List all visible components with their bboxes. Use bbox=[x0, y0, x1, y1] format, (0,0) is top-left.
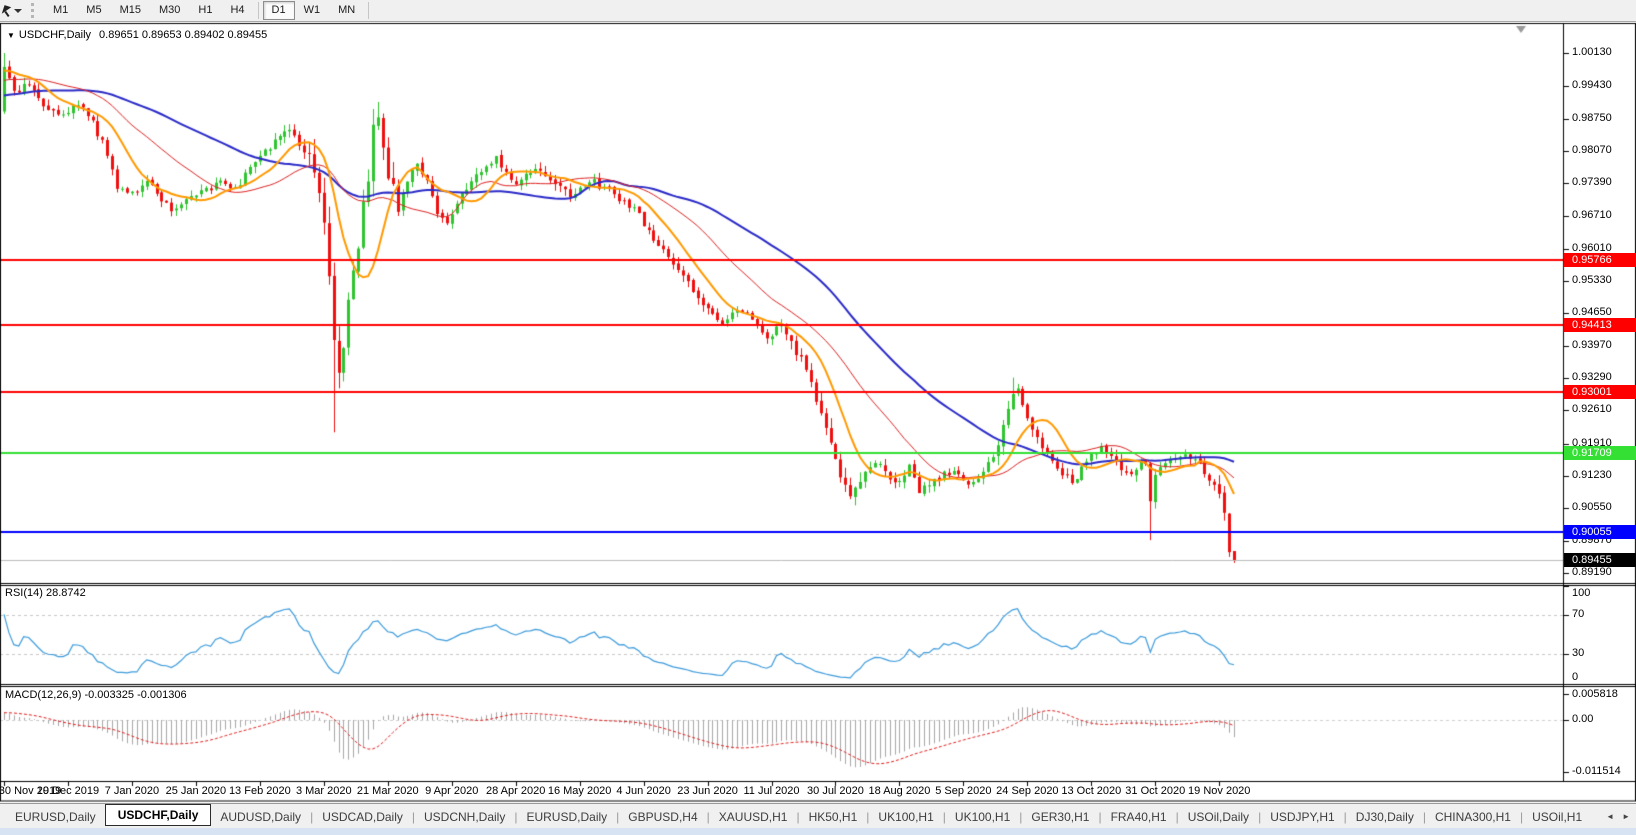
price-level-label: 0.94413 bbox=[1564, 318, 1636, 332]
chevron-down-icon[interactable] bbox=[14, 9, 22, 13]
chart-tab-usoil-h1[interactable]: USOil,H1 bbox=[1523, 807, 1591, 827]
date-axis-label: 18 Aug 2020 bbox=[869, 785, 931, 797]
chart-tab-usdchf-daily[interactable]: USDCHF,Daily bbox=[105, 804, 212, 826]
date-axis-label: 23 Jun 2020 bbox=[677, 785, 738, 797]
chart-tab-fra40-h1[interactable]: FRA40,H1 bbox=[1102, 807, 1176, 827]
price-axis-tick-label: 0.89190 bbox=[1572, 566, 1612, 578]
date-axis-label: 13 Feb 2020 bbox=[229, 785, 291, 797]
chart-tab-bar: EURUSD,DailyUSDCHF,DailyAUDUSD,Daily|USD… bbox=[0, 803, 1636, 829]
rsi-axis-label: 0 bbox=[1572, 671, 1578, 683]
price-axis[interactable] bbox=[1564, 23, 1636, 781]
date-axis-label: 25 Jan 2020 bbox=[166, 785, 227, 797]
price-axis-tick-label: 0.90550 bbox=[1572, 501, 1612, 513]
chart-canvas[interactable] bbox=[0, 0, 1636, 835]
price-axis-tick-label: 0.91230 bbox=[1572, 469, 1612, 481]
price-axis-tick-label: 1.00130 bbox=[1572, 46, 1612, 58]
timeframe-toolbar: M1M5M15M30H1H4 D1W1MN bbox=[0, 0, 1636, 22]
macd-axis-label: 0.00 bbox=[1572, 713, 1593, 725]
timeframe-button-H1[interactable]: H1 bbox=[189, 1, 221, 20]
date-axis-label: 4 Jun 2020 bbox=[616, 785, 670, 797]
date-axis-label: 16 May 2020 bbox=[548, 785, 612, 797]
macd-axis-label: -0.011514 bbox=[1572, 765, 1621, 777]
tab-scroll-right-icon[interactable]: ► bbox=[1622, 812, 1630, 821]
timeframe-buttons: M1M5M15M30H1H4 D1W1MN bbox=[44, 1, 373, 20]
timeframe-button-W1[interactable]: W1 bbox=[295, 1, 330, 20]
tab-scroll-arrows: ◄ ► bbox=[1600, 812, 1636, 821]
date-axis-label: 5 Sep 2020 bbox=[935, 785, 991, 797]
toolbar-grip-handle[interactable] bbox=[31, 3, 37, 18]
timeframe-button-M30[interactable]: M30 bbox=[150, 1, 189, 20]
date-axis-label: 24 Sep 2020 bbox=[996, 785, 1058, 797]
rsi-axis-label: 70 bbox=[1572, 608, 1584, 620]
chart-tab-usdcad-daily[interactable]: USDCAD,Daily bbox=[313, 807, 412, 827]
rsi-axis-label: 30 bbox=[1572, 647, 1584, 659]
price-level-label: 0.95766 bbox=[1564, 253, 1636, 267]
chart-tab-usoil-daily[interactable]: USOil,Daily bbox=[1179, 807, 1258, 827]
price-axis-tick-label: 0.95330 bbox=[1572, 274, 1612, 286]
chart-title: ▼ USDCHF,Daily 0.89651 0.89653 0.89402 0.8… bbox=[7, 29, 267, 41]
price-axis-tick-label: 0.94650 bbox=[1572, 306, 1612, 318]
price-level-label: 0.93001 bbox=[1564, 385, 1636, 399]
price-axis-tick-label: 0.98070 bbox=[1572, 144, 1612, 156]
timeframe-button-M5[interactable]: M5 bbox=[77, 1, 110, 20]
chart-tab-uk100-h1[interactable]: UK100,H1 bbox=[869, 807, 942, 827]
date-axis-label: 13 Oct 2020 bbox=[1061, 785, 1121, 797]
date-axis-label: 3 Mar 2020 bbox=[296, 785, 352, 797]
date-axis-label: 30 Jul 2020 bbox=[807, 785, 864, 797]
date-axis-label: 19 Nov 2020 bbox=[1188, 785, 1250, 797]
rsi-indicator-label: RSI(14) 28.8742 bbox=[5, 587, 86, 599]
price-axis-tick-label: 0.99430 bbox=[1572, 79, 1612, 91]
timeframe-button-MN[interactable]: MN bbox=[329, 1, 364, 20]
price-axis-tick-label: 0.96710 bbox=[1572, 209, 1612, 221]
toolbar-separator bbox=[258, 2, 259, 19]
chart-ohlc-values: 0.89651 0.89653 0.89402 0.89455 bbox=[99, 29, 267, 41]
chart-tab-dj30-daily[interactable]: DJ30,Daily bbox=[1347, 807, 1423, 827]
symbol-collapse-icon[interactable]: ▼ bbox=[7, 31, 15, 40]
date-axis-label: 7 Jan 2020 bbox=[105, 785, 159, 797]
timeframe-button-D1[interactable]: D1 bbox=[263, 1, 295, 20]
timeframe-button-H4[interactable]: H4 bbox=[221, 1, 253, 20]
chart-tab-xauusd-h1[interactable]: XAUUSD,H1 bbox=[710, 807, 797, 827]
price-level-label: 0.91709 bbox=[1564, 446, 1636, 460]
price-axis-tick-label: 0.92610 bbox=[1572, 403, 1612, 415]
date-axis-label: 19 Dec 2019 bbox=[37, 785, 99, 797]
macd-indicator-label: MACD(12,26,9) -0.003325 -0.001306 bbox=[5, 689, 187, 701]
chart-tab-usdjpy-h1[interactable]: USDJPY,H1 bbox=[1261, 807, 1343, 827]
date-axis-label: 21 Mar 2020 bbox=[357, 785, 419, 797]
timeframe-button-M1[interactable]: M1 bbox=[44, 1, 77, 20]
tab-scroll-left-icon[interactable]: ◄ bbox=[1606, 812, 1614, 821]
date-axis-label: 31 Oct 2020 bbox=[1125, 785, 1185, 797]
timeframe-button-M15[interactable]: M15 bbox=[111, 1, 150, 20]
chart-tab-eurusd-daily[interactable]: EURUSD,Daily bbox=[6, 807, 105, 827]
date-axis-label: 11 Jul 2020 bbox=[743, 785, 799, 797]
chart-tab-uk100-h1[interactable]: UK100,H1 bbox=[946, 807, 1019, 827]
price-axis-tick-label: 0.93970 bbox=[1572, 339, 1612, 351]
cursor-tool-button[interactable] bbox=[0, 0, 29, 21]
date-axis-label: 9 Apr 2020 bbox=[425, 785, 478, 797]
price-axis-tick-label: 0.97390 bbox=[1572, 176, 1612, 188]
chart-tab-china300-h1[interactable]: CHINA300,H1 bbox=[1426, 807, 1520, 827]
bottom-strip bbox=[0, 828, 1636, 835]
chart-tabs: EURUSD,DailyUSDCHF,DailyAUDUSD,Daily|USD… bbox=[0, 804, 1600, 829]
current-price-label: 0.89455 bbox=[1564, 553, 1636, 567]
macd-axis-label: 0.005818 bbox=[1572, 688, 1618, 700]
price-axis-tick-label: 0.96010 bbox=[1572, 242, 1612, 254]
chart-symbol-label: USDCHF,Daily bbox=[19, 29, 91, 41]
price-axis-tick-label: 0.98750 bbox=[1572, 112, 1612, 124]
chart-tab-hk50-h1[interactable]: HK50,H1 bbox=[800, 807, 867, 827]
date-axis-label: 28 Apr 2020 bbox=[486, 785, 545, 797]
chart-tab-ger30-h1[interactable]: GER30,H1 bbox=[1022, 807, 1098, 827]
price-axis-tick-label: 0.93290 bbox=[1572, 371, 1612, 383]
chart-tab-audusd-daily[interactable]: AUDUSD,Daily bbox=[211, 807, 310, 827]
rsi-axis-label: 100 bbox=[1572, 587, 1590, 599]
chart-tab-eurusd-daily[interactable]: EURUSD,Daily bbox=[517, 807, 616, 827]
chart-tab-gbpusd-h4[interactable]: GBPUSD,H4 bbox=[619, 807, 706, 827]
price-level-label: 0.90055 bbox=[1564, 525, 1636, 539]
toolbar-separator bbox=[368, 2, 369, 19]
chart-tab-usdcnh-daily[interactable]: USDCNH,Daily bbox=[415, 807, 514, 827]
